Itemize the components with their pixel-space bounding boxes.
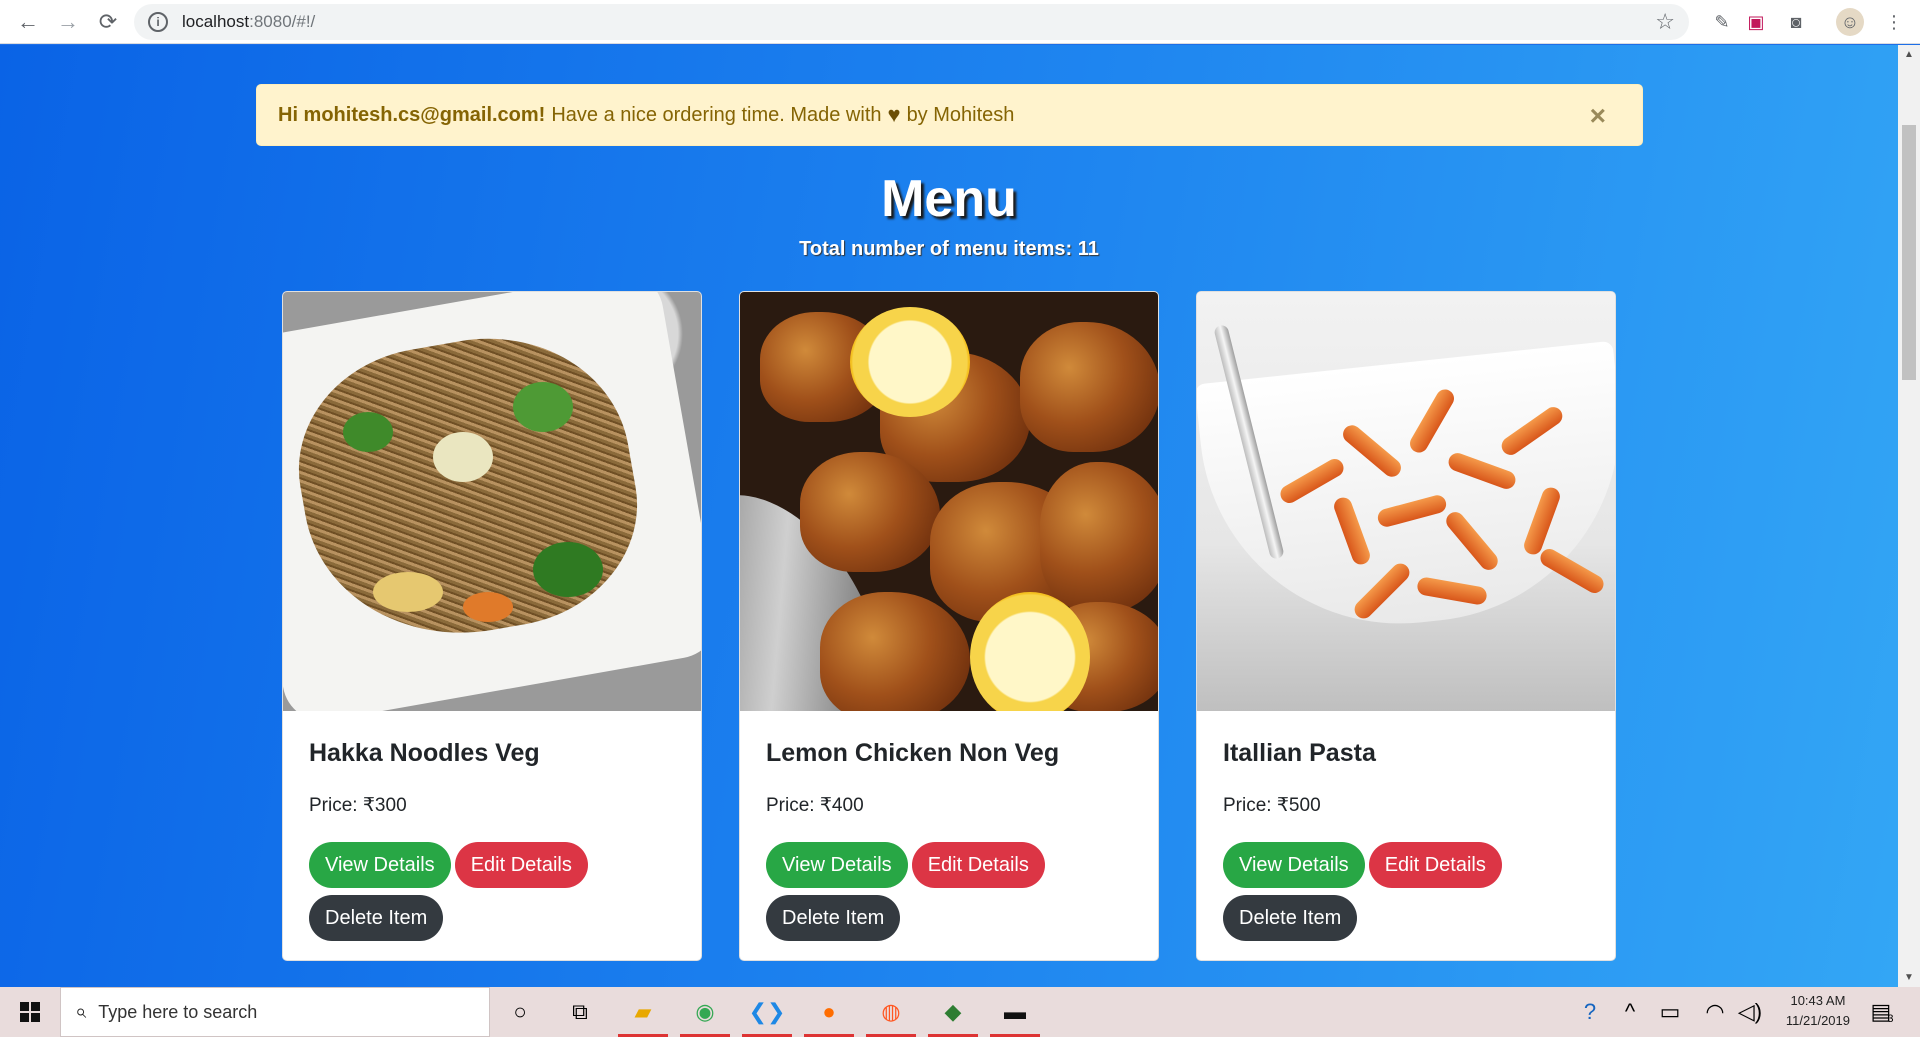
pen-extension-icon[interactable]: ✎ bbox=[1708, 8, 1736, 36]
battery-icon[interactable]: ▭ bbox=[1645, 987, 1695, 1037]
scroll-up-icon[interactable]: ▲ bbox=[1904, 49, 1914, 60]
url-text[interactable]: localhost:8080/#!/ bbox=[182, 12, 315, 32]
bookmark-star-icon[interactable]: ☆ bbox=[1655, 9, 1675, 35]
notification-count: 3 bbox=[1887, 1013, 1894, 1025]
item-name: Itallian Pasta bbox=[1223, 739, 1376, 767]
firefox-icon[interactable]: ● bbox=[804, 987, 854, 1037]
forward-icon[interactable]: → bbox=[48, 2, 88, 42]
welcome-alert: Hi mohitesh.cs@gmail.com! Have a nice or… bbox=[256, 84, 1643, 146]
browser-toolbar: ← → ⟳ i localhost:8080/#!/ ☆ ✎ ▣ ◙ ☺ ⋮ bbox=[0, 0, 1920, 44]
delete-item-button[interactable]: Delete Item bbox=[766, 895, 901, 941]
search-placeholder: Type here to search bbox=[98, 1001, 258, 1022]
start-button[interactable] bbox=[0, 987, 60, 1037]
view-details-button[interactable]: View Details bbox=[309, 842, 451, 888]
view-details-button[interactable]: View Details bbox=[766, 842, 908, 888]
page-title: Menu bbox=[881, 170, 1017, 228]
camera-extension-icon[interactable]: ◙ bbox=[1782, 8, 1810, 36]
volume-icon[interactable]: ◁) bbox=[1725, 987, 1775, 1037]
lemon-chicken-image bbox=[740, 292, 1158, 711]
address-bar[interactable]: i localhost:8080/#!/ ☆ bbox=[134, 4, 1689, 40]
page-content: Hi mohitesh.cs@gmail.com! Have a nice or… bbox=[0, 45, 1898, 987]
item-price: Price: ₹500 bbox=[1223, 795, 1321, 816]
notifications-icon[interactable]: ▤ 3 bbox=[1857, 987, 1907, 1037]
profile-avatar-icon[interactable]: ☺ bbox=[1836, 8, 1864, 36]
search-icon: ⌕ bbox=[75, 1000, 87, 1023]
clock-date: 11/21/2019 bbox=[1785, 1013, 1850, 1028]
reload-icon[interactable]: ⟳ bbox=[88, 2, 128, 42]
mongodb-icon[interactable]: ◆ bbox=[928, 987, 978, 1037]
menu-card: Hakka Noodles Veg Price: ₹300 View Detai… bbox=[282, 291, 702, 961]
item-name: Hakka Noodles Veg bbox=[309, 739, 540, 767]
menu-card: Itallian Pasta Price: ₹500 View Details … bbox=[1196, 291, 1616, 961]
item-name: Lemon Chicken Non Veg bbox=[766, 739, 1060, 767]
edit-details-button[interactable]: Edit Details bbox=[1368, 842, 1502, 888]
view-details-button[interactable]: View Details bbox=[1223, 842, 1365, 888]
heart-icon: ♥ bbox=[887, 102, 901, 127]
delete-item-button[interactable]: Delete Item bbox=[1223, 895, 1358, 941]
menu-item-count: Total number of menu items: 11 bbox=[799, 238, 1099, 260]
edit-details-button[interactable]: Edit Details bbox=[911, 842, 1045, 888]
alert-message-before: Have a nice ordering time. Made with bbox=[551, 103, 882, 126]
scroll-down-icon[interactable]: ▼ bbox=[1904, 972, 1914, 983]
url-host: localhost bbox=[182, 12, 250, 31]
site-info-icon[interactable]: i bbox=[148, 12, 168, 32]
task-view-icon[interactable]: ⧉ bbox=[555, 987, 605, 1037]
scrollbar-thumb[interactable] bbox=[1902, 125, 1916, 380]
delete-item-button[interactable]: Delete Item bbox=[309, 895, 444, 941]
postman-icon[interactable]: ◍ bbox=[866, 987, 916, 1037]
windows-logo-icon bbox=[20, 1002, 40, 1022]
clock-time: 10:43 AM bbox=[1790, 993, 1846, 1008]
italian-pasta-image bbox=[1197, 292, 1615, 711]
url-path: :8080/#!/ bbox=[249, 12, 316, 31]
shield-extension-icon[interactable]: ▣ bbox=[1742, 8, 1770, 36]
alert-message-after: by Mohitesh bbox=[906, 103, 1015, 126]
item-price: Price: ₹300 bbox=[309, 795, 407, 816]
alert-close-button[interactable]: × bbox=[1590, 100, 1606, 132]
clock[interactable]: 10:43 AM 11/21/2019 bbox=[1786, 991, 1850, 1031]
vscode-icon[interactable]: ❮❯ bbox=[742, 987, 792, 1037]
item-price: Price: ₹400 bbox=[766, 795, 864, 816]
cortana-icon[interactable]: ○ bbox=[495, 987, 545, 1037]
windows-taskbar: ⌕ Type here to search ○ ⧉ ▰ ◉ ❮❯ ● ◍ ◆ ▬… bbox=[0, 987, 1920, 1037]
hakka-noodles-image bbox=[283, 292, 701, 711]
edit-details-button[interactable]: Edit Details bbox=[454, 842, 588, 888]
menu-card: Lemon Chicken Non Veg Price: ₹400 View D… bbox=[739, 291, 1159, 961]
terminal-icon[interactable]: ▬ bbox=[990, 987, 1040, 1037]
menu-kebab-icon[interactable]: ⋮ bbox=[1880, 8, 1908, 36]
file-explorer-icon[interactable]: ▰ bbox=[618, 987, 668, 1037]
page-scrollbar[interactable]: ▲ ▼ bbox=[1898, 45, 1920, 987]
taskbar-search-box[interactable]: ⌕ Type here to search bbox=[60, 987, 490, 1037]
alert-greeting: Hi mohitesh.cs@gmail.com! bbox=[278, 103, 546, 126]
chrome-icon[interactable]: ◉ bbox=[680, 987, 730, 1037]
back-icon[interactable]: ← bbox=[8, 2, 48, 42]
